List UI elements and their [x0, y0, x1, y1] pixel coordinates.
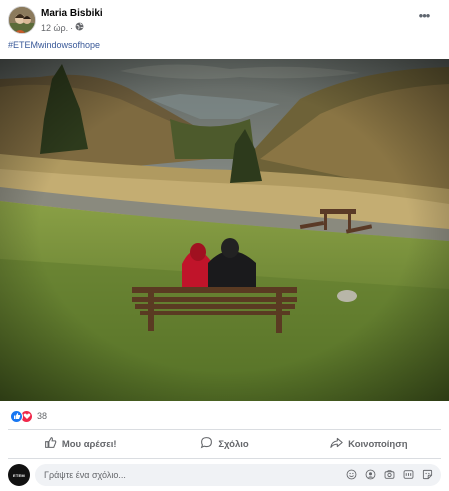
post-hashtag[interactable]: #ETEMwindowsofhope [8, 40, 100, 50]
meta-separator: · [70, 22, 74, 33]
like-button[interactable]: Μου αρέσει! [8, 433, 152, 455]
more-options-button[interactable]: ••• [413, 9, 435, 26]
gif-icon[interactable] [403, 469, 414, 480]
comment-composer: ETEM [8, 463, 441, 487]
sticker-icon[interactable] [422, 469, 433, 480]
author-name[interactable]: Maria Bisbiki [41, 8, 103, 19]
post-time[interactable]: 12 ώρ. [41, 23, 68, 33]
post-card: Maria Bisbiki 12 ώρ. · ••• #ETEMwindowso… [0, 0, 449, 491]
share-button[interactable]: Κοινοποίηση [297, 433, 441, 455]
post-header: Maria Bisbiki 12 ώρ. · ••• [8, 6, 441, 36]
like-label: Μου αρέσει! [61, 438, 117, 450]
comment-icon [200, 436, 213, 452]
divider-top [8, 429, 441, 430]
comment-label: Σχόλιο [218, 438, 249, 450]
globe-icon [75, 22, 84, 33]
commenter-avatar-text: ETEM [13, 472, 25, 478]
reactions-summary[interactable]: 38 [10, 408, 47, 424]
avatar-sticker-icon[interactable] [365, 469, 376, 480]
camera-icon[interactable] [384, 469, 395, 480]
thumbs-up-icon [44, 436, 57, 452]
divider-bottom [8, 458, 441, 459]
post-photo[interactable] [0, 59, 449, 401]
like-icon [10, 409, 23, 423]
author-avatar[interactable] [8, 6, 36, 34]
comment-tools [346, 469, 433, 480]
comment-button[interactable]: Σχόλιο [152, 433, 296, 455]
emoji-icon[interactable] [346, 469, 357, 480]
share-icon [330, 436, 343, 452]
post-meta: 12 ώρ. · [41, 22, 84, 33]
commenter-avatar[interactable]: ETEM [8, 464, 30, 486]
share-label: Κοινοποίηση [348, 438, 408, 450]
reaction-count: 38 [37, 411, 48, 421]
action-bar: Μου αρέσει! Σχόλιο Κοινοποίηση [8, 433, 441, 455]
